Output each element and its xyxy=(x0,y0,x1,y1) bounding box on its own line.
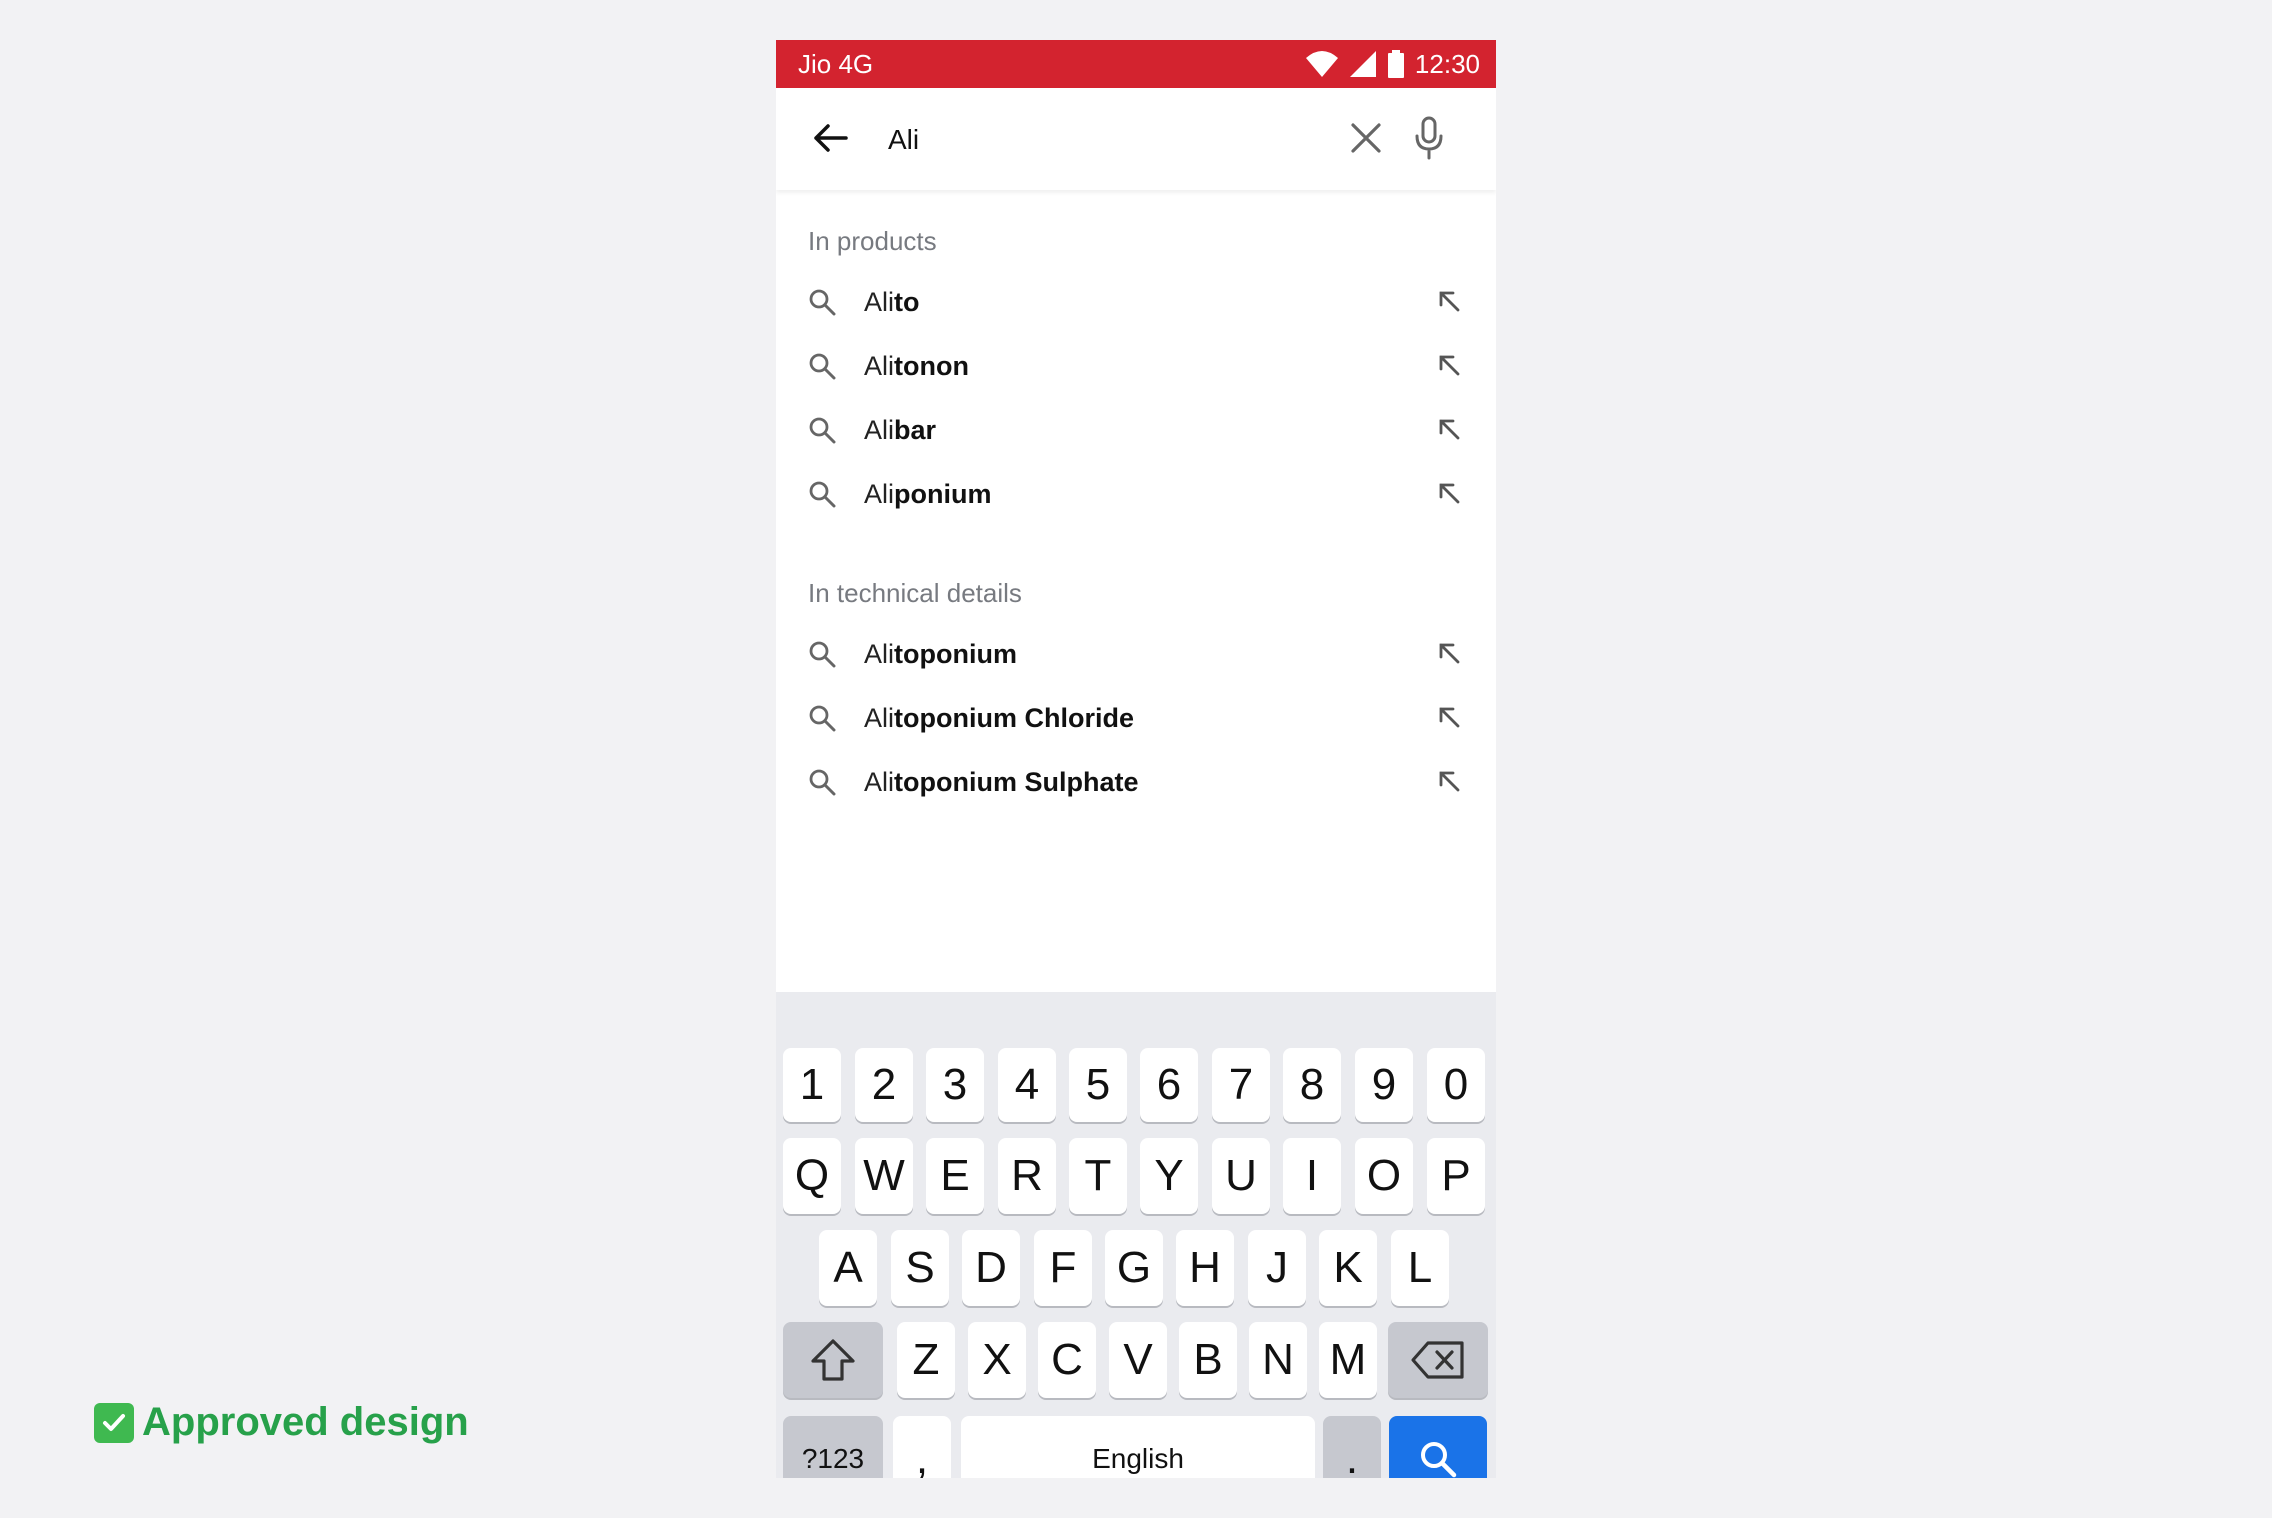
suggestion-text: Alibar xyxy=(864,415,937,445)
arrow-up-left-icon[interactable] xyxy=(1436,352,1462,378)
arrow-up-left-icon[interactable] xyxy=(1436,288,1462,314)
key-8[interactable]: 8 xyxy=(1283,1048,1341,1122)
key-h[interactable]: H xyxy=(1176,1230,1234,1306)
backspace-icon xyxy=(1411,1341,1464,1379)
key-9[interactable]: 9 xyxy=(1355,1048,1413,1122)
search-key[interactable] xyxy=(1389,1416,1487,1478)
signal-icon xyxy=(1349,51,1376,77)
key-1[interactable]: 1 xyxy=(783,1048,841,1122)
suggestion-item[interactable]: Aliponium xyxy=(776,464,1496,524)
phone-screen: Jio 4G 12:30 Ali In products Alito Alito… xyxy=(776,40,1496,1478)
period-key[interactable]: . xyxy=(1323,1416,1381,1478)
suggestion-text: Alitonon xyxy=(864,351,969,381)
key-4[interactable]: 4 xyxy=(998,1048,1056,1122)
key-g[interactable]: G xyxy=(1105,1230,1163,1306)
status-bar: Jio 4G 12:30 xyxy=(776,40,1496,88)
keyboard: 1 2 3 4 5 6 7 8 9 0 Q W E R T Y U I O P … xyxy=(776,992,1496,1478)
key-r[interactable]: R xyxy=(998,1138,1056,1214)
suggestion-text: Aliponium xyxy=(864,479,992,509)
suggestion-item[interactable]: Alitoponium xyxy=(776,624,1496,684)
search-icon xyxy=(809,417,836,444)
search-bar: Ali xyxy=(776,88,1496,190)
key-7[interactable]: 7 xyxy=(1212,1048,1270,1122)
checkmark-icon xyxy=(94,1402,134,1443)
search-icon xyxy=(809,353,836,380)
clock: 12:30 xyxy=(1414,48,1480,79)
key-c[interactable]: C xyxy=(1038,1322,1096,1398)
key-5[interactable]: 5 xyxy=(1069,1048,1127,1122)
key-d[interactable]: D xyxy=(962,1230,1020,1306)
search-icon xyxy=(1421,1442,1457,1478)
key-2[interactable]: 2 xyxy=(855,1048,913,1122)
key-n[interactable]: N xyxy=(1249,1322,1307,1398)
suggestion-text: Alitoponium xyxy=(864,639,1017,669)
symbols-key[interactable]: ?123 xyxy=(783,1416,883,1478)
key-p[interactable]: P xyxy=(1427,1138,1485,1214)
search-icon xyxy=(809,705,836,732)
suggestion-item[interactable]: Alito xyxy=(776,272,1496,332)
search-icon xyxy=(809,769,836,796)
key-y[interactable]: Y xyxy=(1140,1138,1198,1214)
key-l[interactable]: L xyxy=(1391,1230,1449,1306)
search-input[interactable]: Ali xyxy=(888,122,919,158)
key-s[interactable]: S xyxy=(891,1230,949,1306)
section-title-technical-details: In technical details xyxy=(808,578,1022,608)
key-j[interactable]: J xyxy=(1248,1230,1306,1306)
status-icons: 12:30 xyxy=(1305,49,1496,80)
key-a[interactable]: A xyxy=(819,1230,877,1306)
key-t[interactable]: T xyxy=(1069,1138,1127,1214)
key-b[interactable]: B xyxy=(1179,1322,1237,1398)
suggestion-text: Alitoponium Sulphate xyxy=(864,767,1139,797)
wifi-icon xyxy=(1305,51,1338,77)
key-3[interactable]: 3 xyxy=(926,1048,984,1122)
arrow-up-left-icon[interactable] xyxy=(1436,704,1462,730)
key-k[interactable]: K xyxy=(1319,1230,1377,1306)
close-icon[interactable] xyxy=(1348,120,1384,156)
suggestion-item[interactable]: Alitoponium Chloride xyxy=(776,688,1496,748)
suggestion-text: Alitoponium Chloride xyxy=(864,703,1134,733)
key-f[interactable]: F xyxy=(1034,1230,1092,1306)
shift-key[interactable] xyxy=(783,1322,883,1398)
search-icon xyxy=(809,481,836,508)
search-icon xyxy=(809,289,836,316)
comma-key[interactable]: , xyxy=(893,1416,951,1478)
key-6[interactable]: 6 xyxy=(1140,1048,1198,1122)
arrow-up-left-icon[interactable] xyxy=(1436,768,1462,794)
key-x[interactable]: X xyxy=(968,1322,1026,1398)
arrow-left-icon[interactable] xyxy=(810,118,850,158)
arrow-up-left-icon[interactable] xyxy=(1436,640,1462,666)
key-q[interactable]: Q xyxy=(783,1138,841,1214)
suggestion-item[interactable]: Alibar xyxy=(776,400,1496,460)
key-u[interactable]: U xyxy=(1212,1138,1270,1214)
suggestion-item[interactable]: Alitonon xyxy=(776,336,1496,396)
key-m[interactable]: M xyxy=(1319,1322,1377,1398)
battery-icon xyxy=(1387,50,1404,78)
backspace-key[interactable] xyxy=(1388,1322,1488,1398)
key-w[interactable]: W xyxy=(855,1138,913,1214)
arrow-up-left-icon[interactable] xyxy=(1436,416,1462,442)
space-key[interactable]: English xyxy=(961,1416,1315,1478)
approved-label: Approved design xyxy=(142,1400,469,1444)
approved-badge: Approved design xyxy=(94,1400,469,1445)
key-i[interactable]: I xyxy=(1283,1138,1341,1214)
section-title-products: In products xyxy=(808,226,937,256)
suggestion-text: Alito xyxy=(864,287,920,317)
key-o[interactable]: O xyxy=(1355,1138,1413,1214)
key-0[interactable]: 0 xyxy=(1427,1048,1485,1122)
mic-icon[interactable] xyxy=(1413,116,1445,160)
key-e[interactable]: E xyxy=(926,1138,984,1214)
search-icon xyxy=(809,641,836,668)
key-v[interactable]: V xyxy=(1109,1322,1167,1398)
shift-icon xyxy=(811,1339,855,1381)
key-z[interactable]: Z xyxy=(897,1322,955,1398)
suggestion-item[interactable]: Alitoponium Sulphate xyxy=(776,752,1496,812)
arrow-up-left-icon[interactable] xyxy=(1436,480,1462,506)
carrier-label: Jio 4G xyxy=(798,48,874,79)
